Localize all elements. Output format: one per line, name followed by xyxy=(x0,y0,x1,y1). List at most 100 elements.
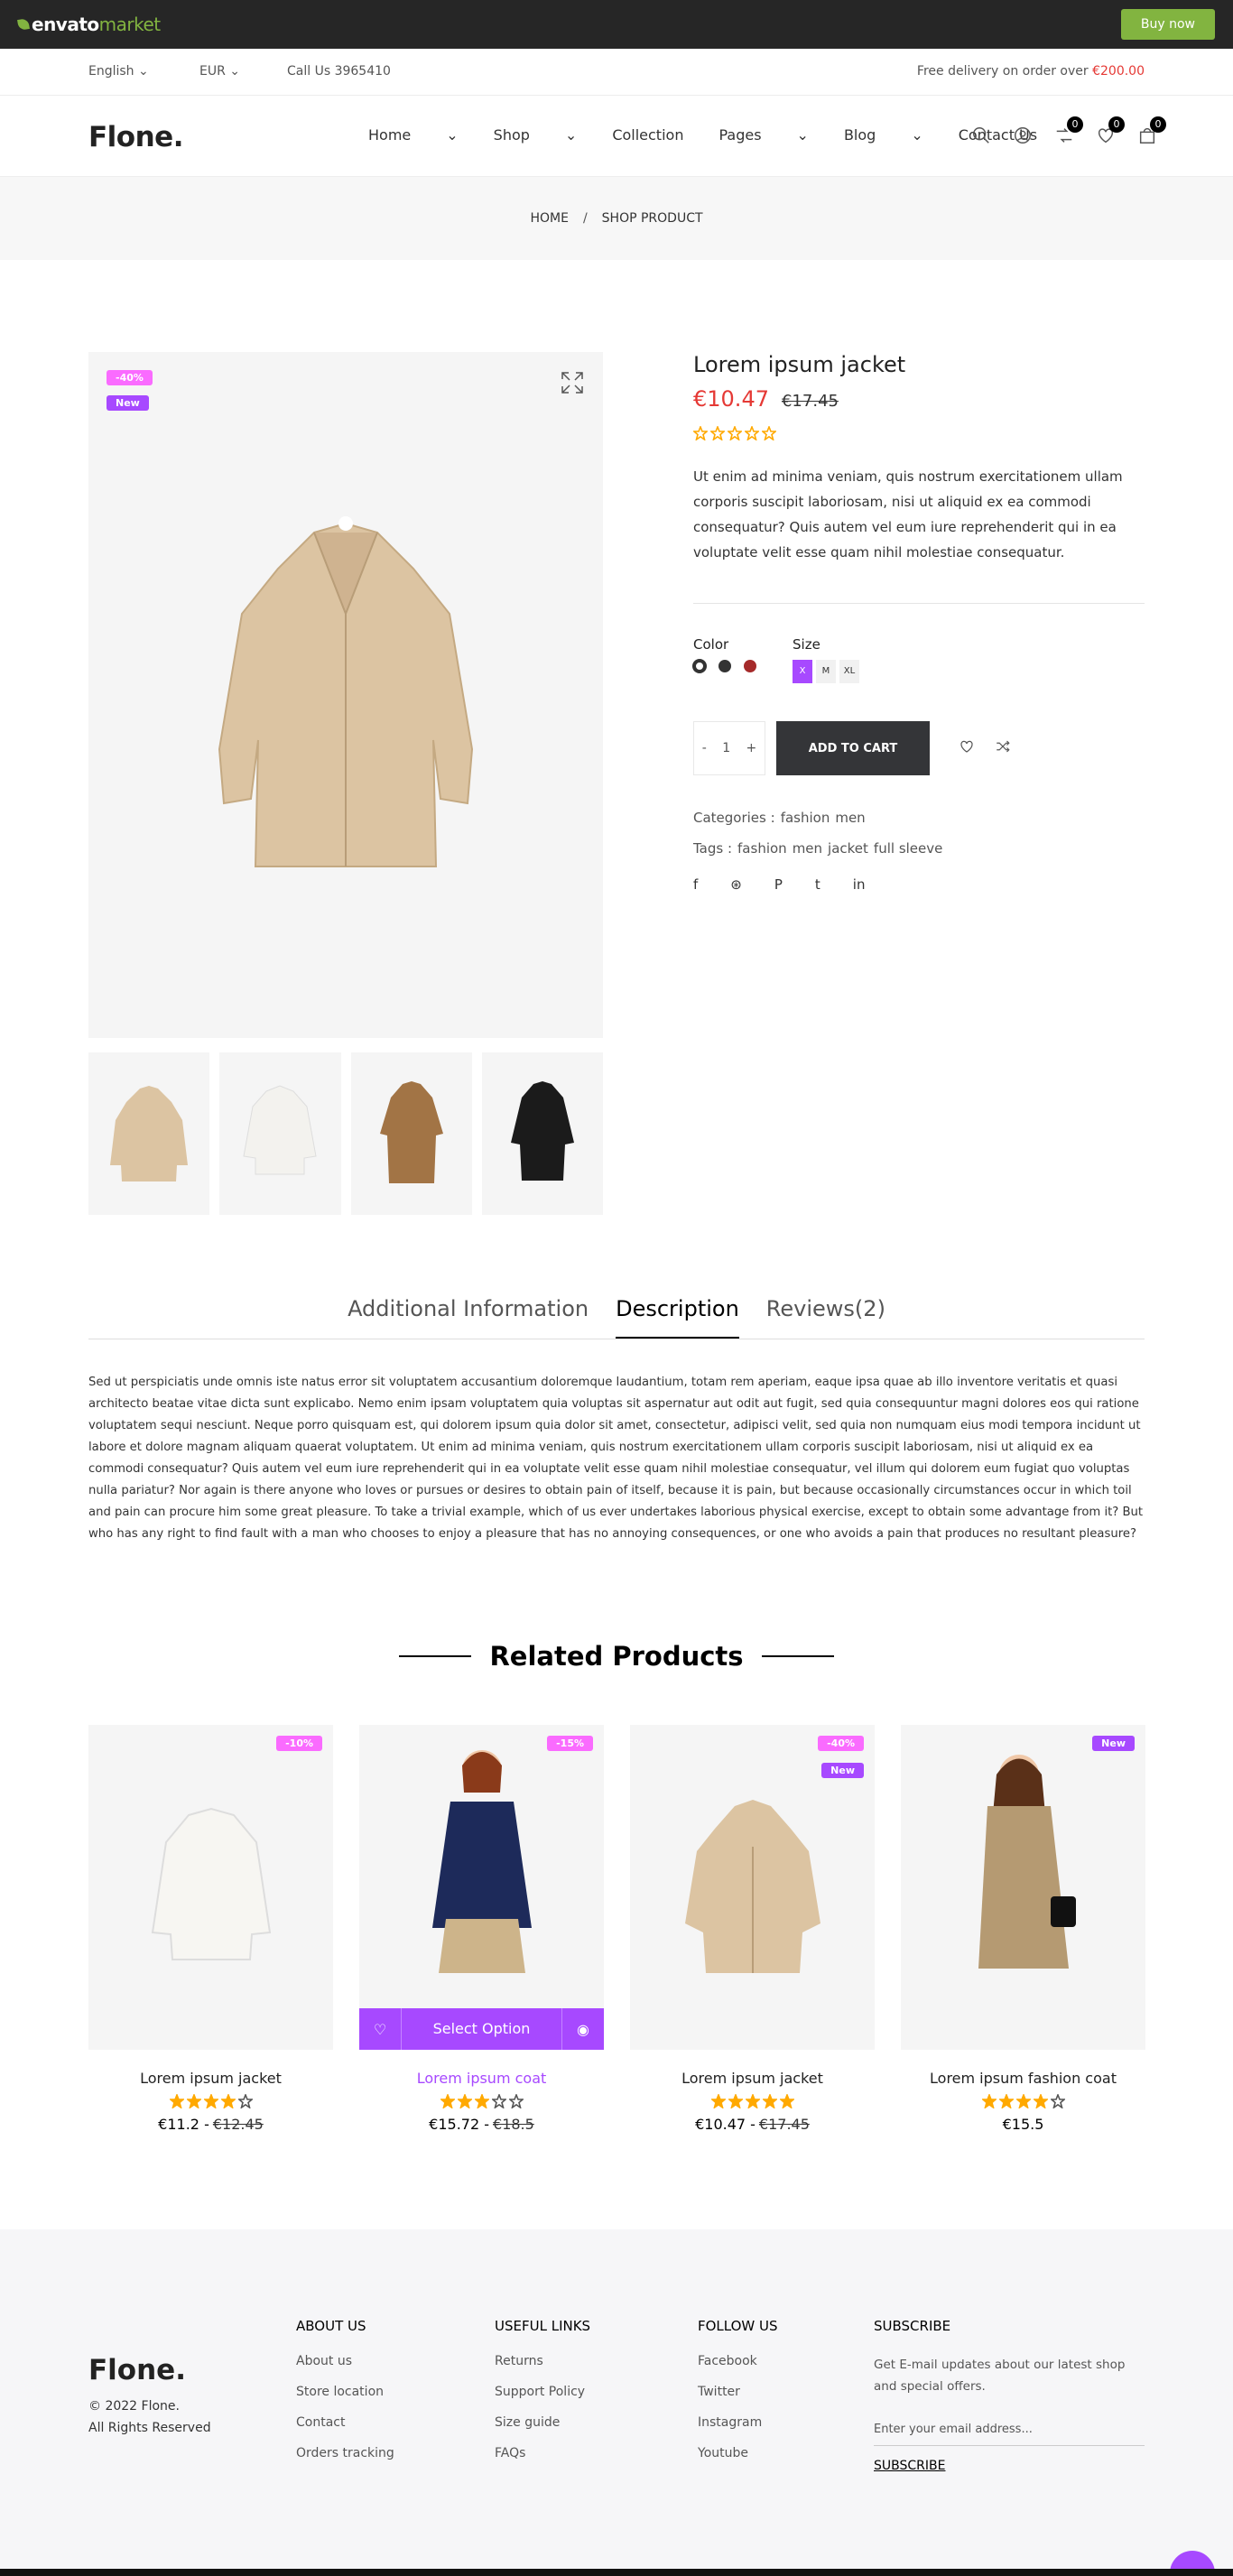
product-card-image[interactable]: -10% xyxy=(88,1725,333,2050)
thumbnail[interactable] xyxy=(350,1052,472,1215)
nav-shop[interactable]: Shop ⌄ xyxy=(494,126,578,144)
size-option[interactable]: X xyxy=(793,660,812,683)
footer-logo[interactable]: Flone. xyxy=(88,2354,186,2386)
color-swatches xyxy=(693,660,756,672)
product-card-name[interactable]: Lorem ipsum coat xyxy=(359,2070,604,2087)
product-main-image[interactable]: -40% New xyxy=(88,352,603,1038)
pinterest-icon[interactable]: P xyxy=(774,876,783,893)
quantity-stepper[interactable]: - 1 + xyxy=(693,721,765,775)
wishlist-count: 0 xyxy=(1108,116,1125,133)
size-options: X M XL xyxy=(793,660,859,683)
facebook-icon[interactable]: f xyxy=(693,876,698,893)
tag-link[interactable]: men xyxy=(793,840,822,857)
expand-icon[interactable] xyxy=(560,370,585,395)
language-select[interactable]: English ⌄ xyxy=(88,64,149,79)
currency-select[interactable]: EUR ⌄ xyxy=(199,64,240,79)
select-option-button[interactable]: Select Option xyxy=(401,2008,562,2050)
tag-link[interactable]: full sleeve xyxy=(874,840,942,857)
qty-plus[interactable]: + xyxy=(746,741,757,755)
tab-reviews[interactable]: Reviews(2) xyxy=(766,1296,885,1339)
qty-minus[interactable]: - xyxy=(702,741,707,755)
product-card-price: €15.72 - €18.5 xyxy=(429,2116,534,2133)
star-icon xyxy=(457,2094,472,2108)
product-card-name[interactable]: Lorem ipsum fashion coat xyxy=(901,2070,1145,2087)
cart-icon[interactable]: 0 xyxy=(1137,116,1166,145)
color-label: Color xyxy=(693,636,729,653)
add-to-cart-button[interactable]: ADD TO CART xyxy=(776,721,930,775)
shuffle-icon[interactable] xyxy=(995,738,1015,758)
footer-link[interactable]: Twitter xyxy=(698,2385,778,2399)
star-icon xyxy=(220,2094,236,2108)
footer-link[interactable]: FAQs xyxy=(495,2446,590,2460)
hover-actions: ♡ Select Option ◉ xyxy=(359,2008,604,2050)
footer-link[interactable]: Support Policy xyxy=(495,2385,590,2399)
footer-link[interactable]: Size guide xyxy=(495,2415,590,2430)
product-card-rating xyxy=(359,2094,604,2108)
tab-description[interactable]: Description xyxy=(616,1296,739,1339)
footer-link[interactable]: Youtube xyxy=(698,2446,778,2460)
size-group: Size X M XL xyxy=(793,636,859,683)
size-option[interactable]: XL xyxy=(839,660,859,683)
heart-icon[interactable] xyxy=(959,738,978,758)
search-icon[interactable] xyxy=(971,125,991,145)
footer-link[interactable]: About us xyxy=(296,2354,394,2368)
user-icon[interactable] xyxy=(1013,125,1033,145)
main-nav: Flone. Home ⌄ Shop ⌄ Collection Pages ⌄ Blo… xyxy=(0,96,1233,177)
product-card[interactable]: -40% New Lorem ipsum jacket €10.47 - €17.… xyxy=(630,1725,875,2133)
qty-value[interactable]: 1 xyxy=(722,741,730,755)
footer-link[interactable]: Orders tracking xyxy=(296,2446,394,2460)
nav-home[interactable]: Home ⌄ xyxy=(368,126,459,144)
category-link[interactable]: fashion xyxy=(781,810,830,826)
color-swatch[interactable] xyxy=(693,660,706,672)
product-card-image[interactable]: -15% ♡ Select Option ◉ xyxy=(359,1725,604,2050)
product-card-image[interactable]: -40% New xyxy=(630,1725,875,2050)
footer-link[interactable]: Instagram xyxy=(698,2415,778,2430)
product-price: €10.47 €17.45 xyxy=(693,386,839,412)
product-card-name[interactable]: Lorem ipsum jacket xyxy=(630,2070,875,2087)
envato-logo[interactable]: envato market xyxy=(17,14,161,35)
product-card-image[interactable]: New xyxy=(901,1725,1145,2050)
product-card[interactable]: -15% ♡ Select Option ◉ Lorem ipsum coat … xyxy=(359,1725,604,2133)
color-group: Color xyxy=(693,636,756,683)
compare-icon[interactable]: 0 xyxy=(1054,116,1083,145)
thumbnail[interactable] xyxy=(219,1052,341,1215)
twitter-icon[interactable]: t xyxy=(815,876,820,893)
star-icon xyxy=(1033,2094,1048,2108)
thumbnail[interactable] xyxy=(481,1052,603,1215)
size-option[interactable]: M xyxy=(816,660,836,683)
site-logo[interactable]: Flone. xyxy=(88,121,183,153)
color-swatch[interactable] xyxy=(744,660,756,672)
product-card[interactable]: New Lorem ipsum fashion coat €15.5 xyxy=(901,1725,1145,2133)
wishlist-icon[interactable]: 0 xyxy=(1096,116,1125,145)
footer-link[interactable]: Returns xyxy=(495,2354,590,2368)
nav-collection[interactable]: Collection xyxy=(612,126,683,144)
buy-now-button[interactable]: Buy now xyxy=(1120,9,1215,40)
product-card-name[interactable]: Lorem ipsum jacket xyxy=(88,2070,333,2087)
new-badge: New xyxy=(107,395,149,411)
sale-badge: -15% xyxy=(547,1736,593,1751)
linkedin-icon[interactable]: in xyxy=(853,876,866,893)
size-label: Size xyxy=(793,636,820,653)
nav-pages[interactable]: Pages ⌄ xyxy=(718,126,808,144)
footer-link[interactable]: Store location xyxy=(296,2385,394,2399)
footer-link[interactable]: Contact xyxy=(296,2415,394,2430)
category-link[interactable]: men xyxy=(835,810,865,826)
color-swatch[interactable] xyxy=(718,660,731,672)
eye-icon[interactable]: ◉ xyxy=(562,2008,604,2050)
subscribe-button[interactable]: SUBSCRIBE xyxy=(874,2459,1145,2473)
product-card-price: €10.47 - €17.45 xyxy=(695,2116,810,2133)
thumbnail[interactable] xyxy=(88,1052,210,1215)
footer-link[interactable]: Facebook xyxy=(698,2354,778,2368)
tag-link[interactable]: jacket xyxy=(828,840,868,857)
email-field[interactable]: Enter your email address... xyxy=(874,2423,1145,2446)
product-card[interactable]: -10% Lorem ipsum jacket €11.2 - €12.45 xyxy=(88,1725,333,2133)
tab-additional-information[interactable]: Additional Information xyxy=(348,1296,589,1339)
heart-icon[interactable]: ♡ xyxy=(359,2008,401,2050)
dribbble-icon[interactable]: ⊛ xyxy=(730,876,742,893)
free-delivery-text: Free delivery on order over €200.00 xyxy=(916,64,1145,79)
tag-link[interactable]: fashion xyxy=(737,840,787,857)
breadcrumb-home[interactable]: HOME xyxy=(530,211,568,226)
nav-blog[interactable]: Blog ⌄ xyxy=(844,126,923,144)
market-brand: market xyxy=(98,14,161,35)
product-card-rating xyxy=(901,2094,1145,2108)
